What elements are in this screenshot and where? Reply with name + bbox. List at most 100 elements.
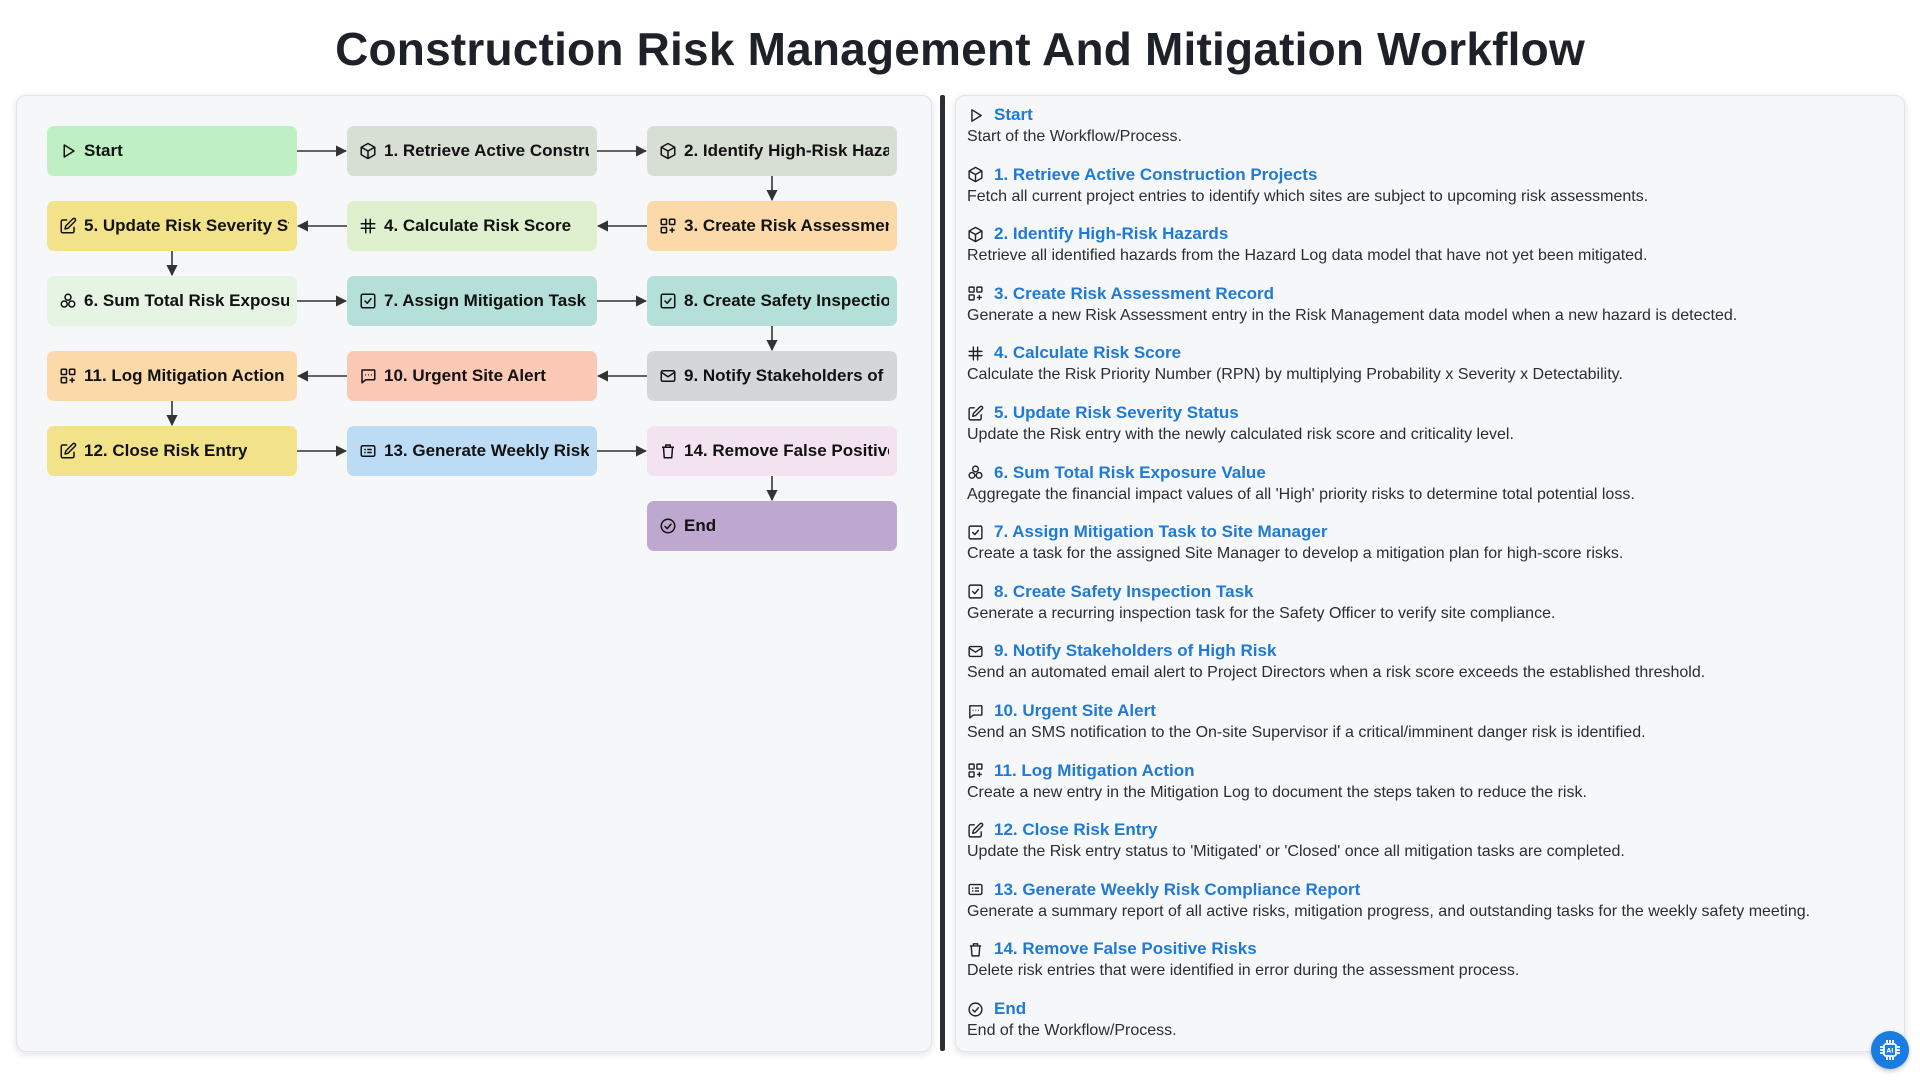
grid-plus-icon bbox=[659, 217, 677, 235]
workflow-node-step-1[interactable]: 1. Retrieve Active Construction Projects bbox=[347, 126, 597, 176]
checkbox-icon bbox=[659, 292, 677, 310]
grid-plus-icon bbox=[967, 762, 984, 779]
step-description-item: End End of the Workflow/Process. bbox=[967, 998, 1887, 1040]
edit-icon bbox=[59, 217, 77, 235]
step-description-item: 11. Log Mitigation Action Create a new en… bbox=[967, 760, 1887, 802]
workflow-node-label: 14. Remove False Positive Risks bbox=[684, 441, 889, 460]
play-icon bbox=[967, 107, 984, 124]
panel-divider[interactable] bbox=[940, 95, 945, 1051]
check-circle-icon bbox=[967, 1001, 984, 1018]
chip-icon: AI bbox=[1880, 1040, 1900, 1060]
workflow-node-step-13[interactable]: 13. Generate Weekly Risk Compliance Repo… bbox=[347, 426, 597, 476]
step-description-text: Generate a recurring inspection task for… bbox=[967, 604, 1556, 622]
step-description-header[interactable]: 2. Identify High-Risk Hazards bbox=[967, 223, 1887, 245]
workflow-node-step-10[interactable]: 10. Urgent Site Alert bbox=[347, 351, 597, 401]
step-description-title[interactable]: 1. Retrieve Active Construction Projects bbox=[994, 165, 1317, 185]
step-description-title[interactable]: 7. Assign Mitigation Task to Site Manage… bbox=[994, 522, 1327, 542]
step-description-header[interactable]: 13. Generate Weekly Risk Compliance Repo… bbox=[967, 879, 1887, 901]
step-description-header[interactable]: 6. Sum Total Risk Exposure Value bbox=[967, 462, 1887, 484]
workflow-node-label: 4. Calculate Risk Score bbox=[384, 216, 572, 235]
workflow-node-label: 10. Urgent Site Alert bbox=[384, 366, 546, 385]
workflow-node-step-5[interactable]: 5. Update Risk Severity Status bbox=[47, 201, 297, 251]
step-description-text: End of the Workflow/Process. bbox=[967, 1022, 1177, 1039]
edit-icon bbox=[967, 405, 984, 422]
step-description-item: 13. Generate Weekly Risk Compliance Repo… bbox=[967, 879, 1887, 921]
step-description-item: 14. Remove False Positive Risks Delete ri… bbox=[967, 938, 1887, 980]
step-description-title[interactable]: 2. Identify High-Risk Hazards bbox=[994, 224, 1228, 244]
step-description-header[interactable]: 12. Close Risk Entry bbox=[967, 819, 1887, 841]
cube-icon bbox=[967, 166, 984, 183]
checkbox-icon bbox=[967, 583, 984, 600]
step-description-header[interactable]: 9. Notify Stakeholders of High Risk bbox=[967, 640, 1887, 662]
check-circle-icon bbox=[659, 517, 677, 535]
workflow-node-step-8[interactable]: 8. Create Safety Inspection Task bbox=[647, 276, 897, 326]
workflow-node-step-11[interactable]: 11. Log Mitigation Action bbox=[47, 351, 297, 401]
step-description-title[interactable]: 6. Sum Total Risk Exposure Value bbox=[994, 463, 1266, 483]
step-description-title[interactable]: Start bbox=[994, 105, 1033, 125]
step-description-title[interactable]: 12. Close Risk Entry bbox=[994, 820, 1157, 840]
aggregate-icon bbox=[59, 292, 77, 310]
step-description-header[interactable]: 11. Log Mitigation Action bbox=[967, 760, 1887, 782]
step-description-title[interactable]: 11. Log Mitigation Action bbox=[994, 761, 1195, 781]
checkbox-icon bbox=[967, 524, 984, 541]
step-description-text: Start of the Workflow/Process. bbox=[967, 128, 1182, 145]
workflow-node-end[interactable]: End bbox=[647, 501, 897, 551]
step-description-title[interactable]: 14. Remove False Positive Risks bbox=[994, 939, 1257, 959]
step-description-item: 3. Create Risk Assessment Record Generate… bbox=[967, 283, 1887, 325]
step-description-title[interactable]: 4. Calculate Risk Score bbox=[994, 343, 1181, 363]
step-description-title[interactable]: 5. Update Risk Severity Status bbox=[994, 403, 1239, 423]
svg-text:AI: AI bbox=[1887, 1048, 1894, 1055]
workflow-node-step-3[interactable]: 3. Create Risk Assessment Record bbox=[647, 201, 897, 251]
step-description-title[interactable]: 9. Notify Stakeholders of High Risk bbox=[994, 641, 1276, 661]
workflow-node-start[interactable]: Start bbox=[47, 126, 297, 176]
step-description-title[interactable]: 10. Urgent Site Alert bbox=[994, 701, 1156, 721]
step-description-header[interactable]: End bbox=[967, 998, 1887, 1020]
step-description-header[interactable]: 3. Create Risk Assessment Record bbox=[967, 283, 1887, 305]
cube-icon bbox=[659, 142, 677, 160]
step-description-item: 10. Urgent Site Alert Send an SMS notific… bbox=[967, 700, 1887, 742]
assistant-chip-button[interactable]: AI bbox=[1871, 1031, 1909, 1069]
hash-icon bbox=[359, 217, 377, 235]
step-description-item: 7. Assign Mitigation Task to Site Manage… bbox=[967, 521, 1887, 563]
workflow-node-step-9[interactable]: 9. Notify Stakeholders of High Risk bbox=[647, 351, 897, 401]
grid-plus-icon bbox=[59, 367, 77, 385]
step-description-header[interactable]: 1. Retrieve Active Construction Projects bbox=[967, 164, 1887, 186]
step-description-text: Create a new entry in the Mitigation Log… bbox=[967, 783, 1587, 801]
step-description-header[interactable]: Start bbox=[967, 104, 1887, 126]
workflow-node-label: 6. Sum Total Risk Exposure Value bbox=[84, 291, 289, 310]
step-description-header[interactable]: 5. Update Risk Severity Status bbox=[967, 402, 1887, 424]
play-icon bbox=[59, 142, 77, 160]
step-description-text: Aggregate the financial impact values of… bbox=[967, 485, 1635, 503]
step-description-header[interactable]: 10. Urgent Site Alert bbox=[967, 700, 1887, 722]
page-title: Construction Risk Management And Mitigat… bbox=[335, 23, 1585, 75]
workflow-node-step-6[interactable]: 6. Sum Total Risk Exposure Value bbox=[47, 276, 297, 326]
workflow-node-label: 12. Close Risk Entry bbox=[84, 441, 248, 460]
workflow-node-step-7[interactable]: 7. Assign Mitigation Task to Site Manage… bbox=[347, 276, 597, 326]
workflow-node-step-4[interactable]: 4. Calculate Risk Score bbox=[347, 201, 597, 251]
step-description-header[interactable]: 14. Remove False Positive Risks bbox=[967, 938, 1887, 960]
step-description-text: Retrieve all identified hazards from the… bbox=[967, 247, 1648, 265]
step-description-title[interactable]: 8. Create Safety Inspection Task bbox=[994, 582, 1254, 602]
workflow-node-label: 9. Notify Stakeholders of High Risk bbox=[684, 366, 889, 385]
step-description-item: 9. Notify Stakeholders of High Risk Send … bbox=[967, 640, 1887, 682]
sms-icon bbox=[359, 367, 377, 385]
step-description-title[interactable]: End bbox=[994, 999, 1026, 1019]
step-description-text: Send an automated email alert to Project… bbox=[967, 664, 1706, 682]
step-description-text: Update the Risk entry status to 'Mitigat… bbox=[967, 843, 1625, 861]
edit-icon bbox=[967, 822, 984, 839]
workflow-node-step-2[interactable]: 2. Identify High-Risk Hazards bbox=[647, 126, 897, 176]
trash-icon bbox=[659, 442, 677, 460]
step-description-title[interactable]: 13. Generate Weekly Risk Compliance Repo… bbox=[994, 880, 1360, 900]
step-description-header[interactable]: 4. Calculate Risk Score bbox=[967, 342, 1887, 364]
step-description-item: 8. Create Safety Inspection Task Generate… bbox=[967, 581, 1887, 623]
step-description-title[interactable]: 3. Create Risk Assessment Record bbox=[994, 284, 1274, 304]
step-description-text: Update the Risk entry with the newly cal… bbox=[967, 426, 1514, 443]
step-description-header[interactable]: 7. Assign Mitigation Task to Site Manage… bbox=[967, 521, 1887, 543]
checkbox-icon bbox=[359, 292, 377, 310]
cube-icon bbox=[359, 142, 377, 160]
mail-icon bbox=[659, 367, 677, 385]
step-description-header[interactable]: 8. Create Safety Inspection Task bbox=[967, 581, 1887, 603]
workflow-node-step-12[interactable]: 12. Close Risk Entry bbox=[47, 426, 297, 476]
step-description-item: 2. Identify High-Risk Hazards Retrieve al… bbox=[967, 223, 1887, 265]
workflow-node-step-14[interactable]: 14. Remove False Positive Risks bbox=[647, 426, 897, 476]
